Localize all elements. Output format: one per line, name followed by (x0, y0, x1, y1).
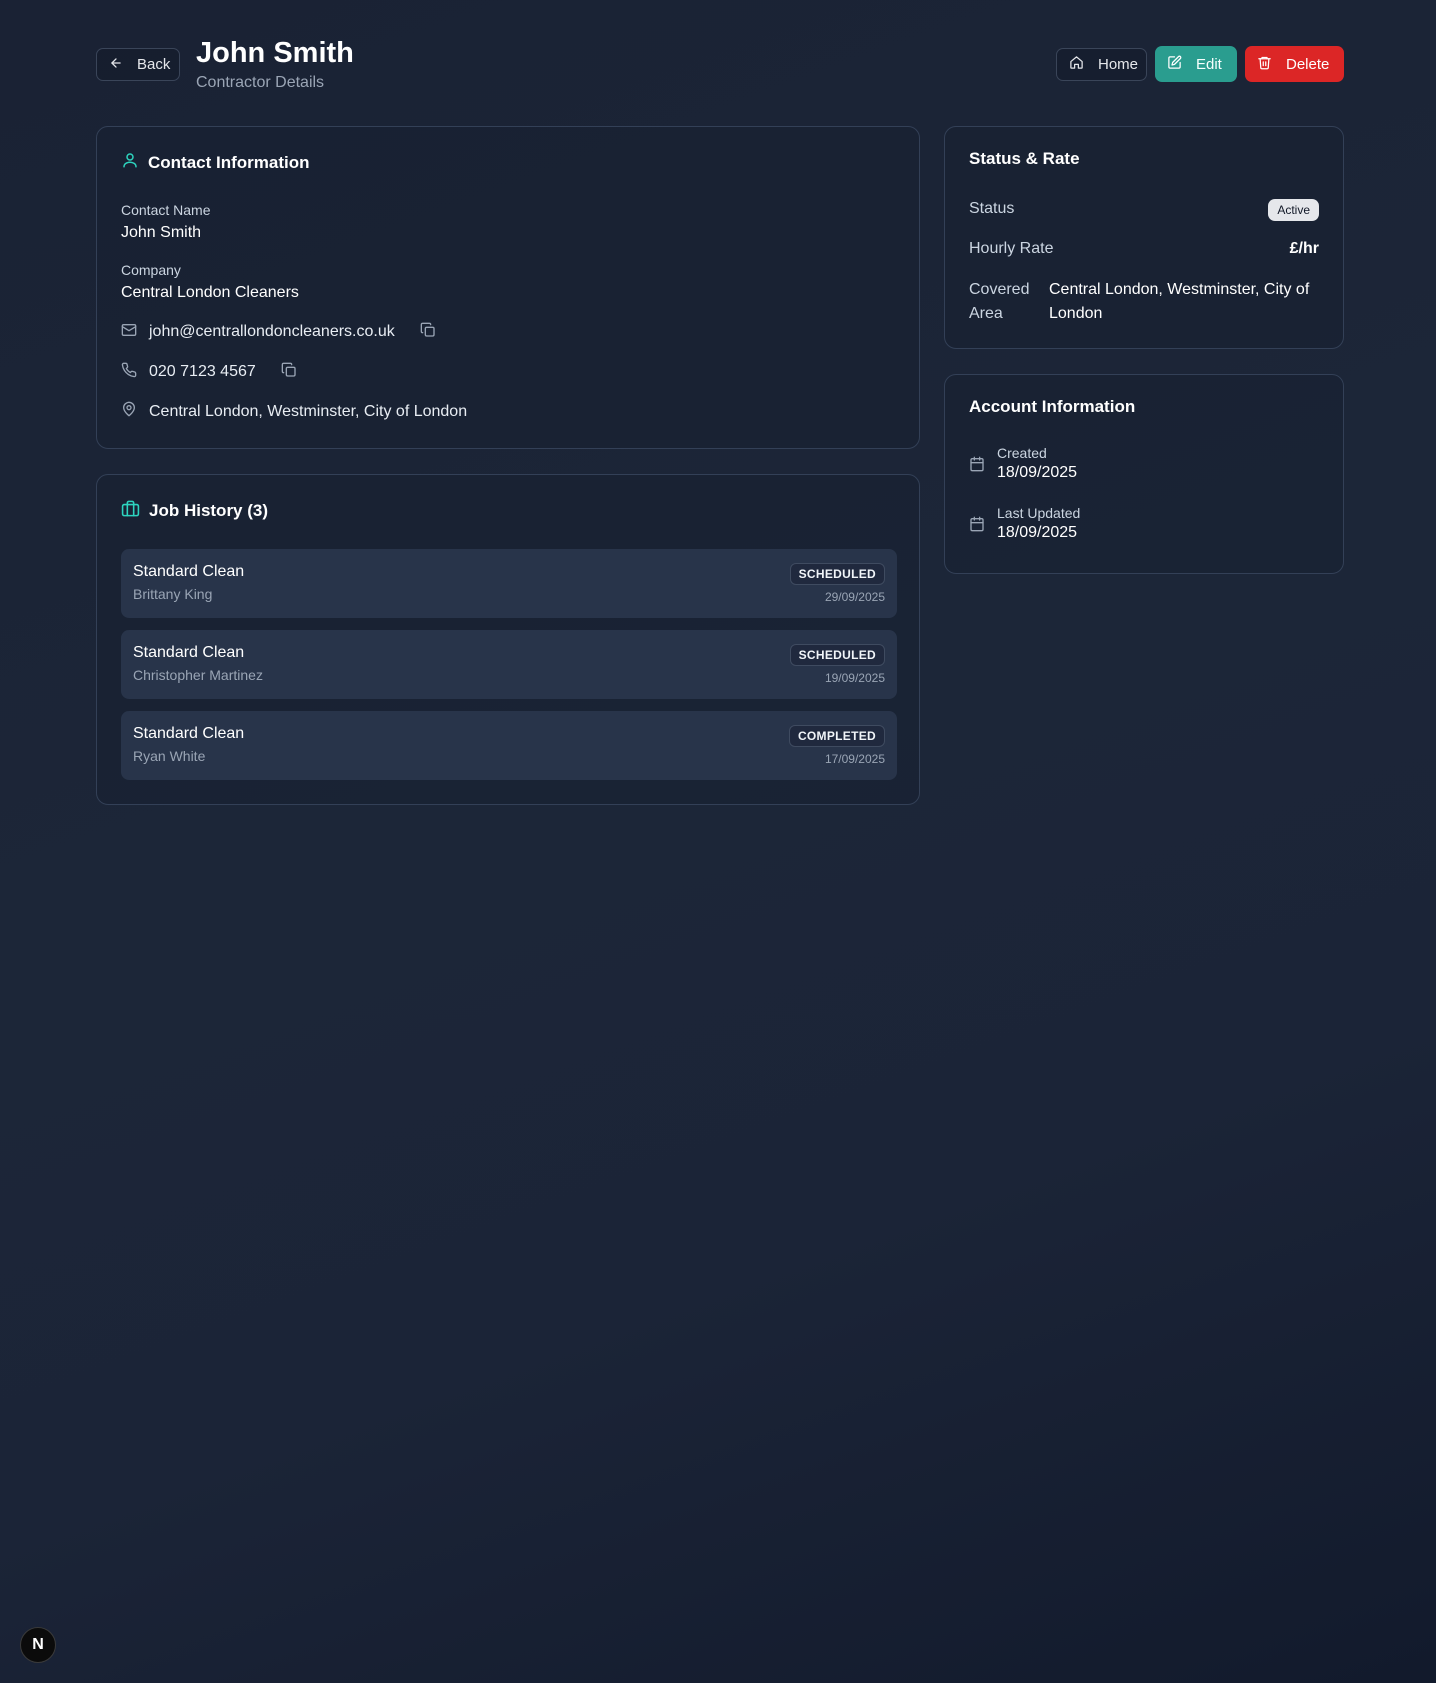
job-date: 17/09/2025 (824, 752, 885, 766)
contact-information-card: Contact Information Contact Name John Sm… (96, 126, 920, 449)
back-button[interactable]: Back (96, 48, 180, 81)
delete-button[interactable]: Delete (1245, 46, 1344, 82)
page-subtitle: Contractor Details (196, 74, 325, 91)
covered-area-value: Central London, Westminster, City of Lon… (1049, 281, 1310, 322)
last-updated-label: Last Updated (997, 505, 1081, 521)
back-button-label: Back (137, 56, 171, 73)
trash-icon (1257, 55, 1272, 74)
status-label: Status (969, 200, 1015, 217)
copy-phone-button[interactable] (278, 361, 300, 383)
contact-card-header: Contact Information (121, 151, 310, 174)
home-button[interactable]: Home (1056, 48, 1147, 81)
job-date: 19/09/2025 (824, 671, 885, 685)
company-value: Central London Cleaners (121, 284, 299, 301)
job-history-title: Job History (3) (149, 501, 269, 520)
edit-button-label: Edit (1196, 55, 1222, 73)
last-updated-value: 18/09/2025 (997, 524, 1078, 541)
copy-icon (281, 362, 297, 383)
hourly-rate-label: Hourly Rate (969, 240, 1054, 257)
account-information-card: Account Information Created 18/09/2025 L… (944, 374, 1344, 574)
status-rate-card: Status & Rate Status Active Hourly Rate … (944, 126, 1344, 349)
page-title: John Smith (196, 37, 354, 69)
contact-card-title: Contact Information (148, 152, 310, 172)
job-title: Standard Clean (133, 563, 245, 580)
job-history-header: Job History (3) (121, 499, 268, 523)
status-badge: Active (1268, 199, 1319, 221)
job-list-item[interactable]: Standard Clean Ryan White COMPLETED 17/0… (121, 711, 897, 780)
covered-area-label: Covered Area (969, 281, 1030, 322)
calendar-icon (969, 456, 985, 477)
hourly-rate-value: £/hr (1289, 240, 1319, 257)
user-icon (121, 151, 139, 174)
job-title: Standard Clean (133, 725, 245, 742)
job-date: 29/09/2025 (824, 590, 885, 604)
location-row: Central London, Westminster, City of Lon… (121, 401, 467, 422)
job-status-badge: COMPLETED (788, 725, 885, 747)
map-pin-icon (121, 401, 137, 422)
mail-icon (121, 322, 137, 343)
job-history-card: Job History (3) Standard Clean Brittany … (96, 474, 920, 805)
created-row: Created 18/09/2025 (969, 445, 1077, 482)
home-button-label: Home (1098, 56, 1139, 73)
job-client: Ryan White (133, 748, 206, 764)
home-icon (1069, 55, 1084, 74)
phone-row: 020 7123 4567 (121, 361, 300, 383)
copy-icon (420, 322, 436, 343)
dev-tools-badge[interactable]: N (20, 1627, 56, 1663)
last-updated-row: Last Updated 18/09/2025 (969, 505, 1080, 542)
edit-button[interactable]: Edit (1155, 46, 1237, 82)
job-title: Standard Clean (133, 644, 245, 661)
job-status-badge: SCHEDULED (789, 563, 885, 585)
briefcase-icon (121, 499, 140, 523)
contact-name-value: John Smith (121, 224, 202, 241)
calendar-icon (969, 516, 985, 537)
delete-button-label: Delete (1286, 55, 1330, 73)
created-value: 18/09/2025 (997, 464, 1078, 481)
location-value: Central London, Westminster, City of Lon… (149, 402, 468, 420)
email-row: john@centrallondoncleaners.co.uk (121, 321, 439, 343)
phone-icon (121, 362, 137, 383)
page-header: Back John Smith Contractor Details Home … (96, 36, 1344, 98)
job-list-item[interactable]: Standard Clean Brittany King SCHEDULED 2… (121, 549, 897, 618)
title-block: John Smith Contractor Details (196, 36, 354, 92)
arrow-left-icon (109, 56, 123, 74)
contact-name-label: Contact Name (121, 202, 211, 218)
job-list-item[interactable]: Standard Clean Christopher Martinez SCHE… (121, 630, 897, 699)
created-label: Created (997, 445, 1047, 461)
email-value: john@centrallondoncleaners.co.uk (149, 323, 395, 340)
job-client: Brittany King (133, 586, 213, 602)
job-status-badge: SCHEDULED (789, 644, 885, 666)
phone-value: 020 7123 4567 (149, 363, 256, 380)
company-label: Company (121, 262, 181, 278)
edit-icon (1167, 55, 1182, 74)
job-client: Christopher Martinez (133, 667, 263, 683)
status-rate-title: Status & Rate (969, 149, 1080, 168)
account-information-title: Account Information (969, 397, 1136, 416)
copy-email-button[interactable] (417, 321, 439, 343)
